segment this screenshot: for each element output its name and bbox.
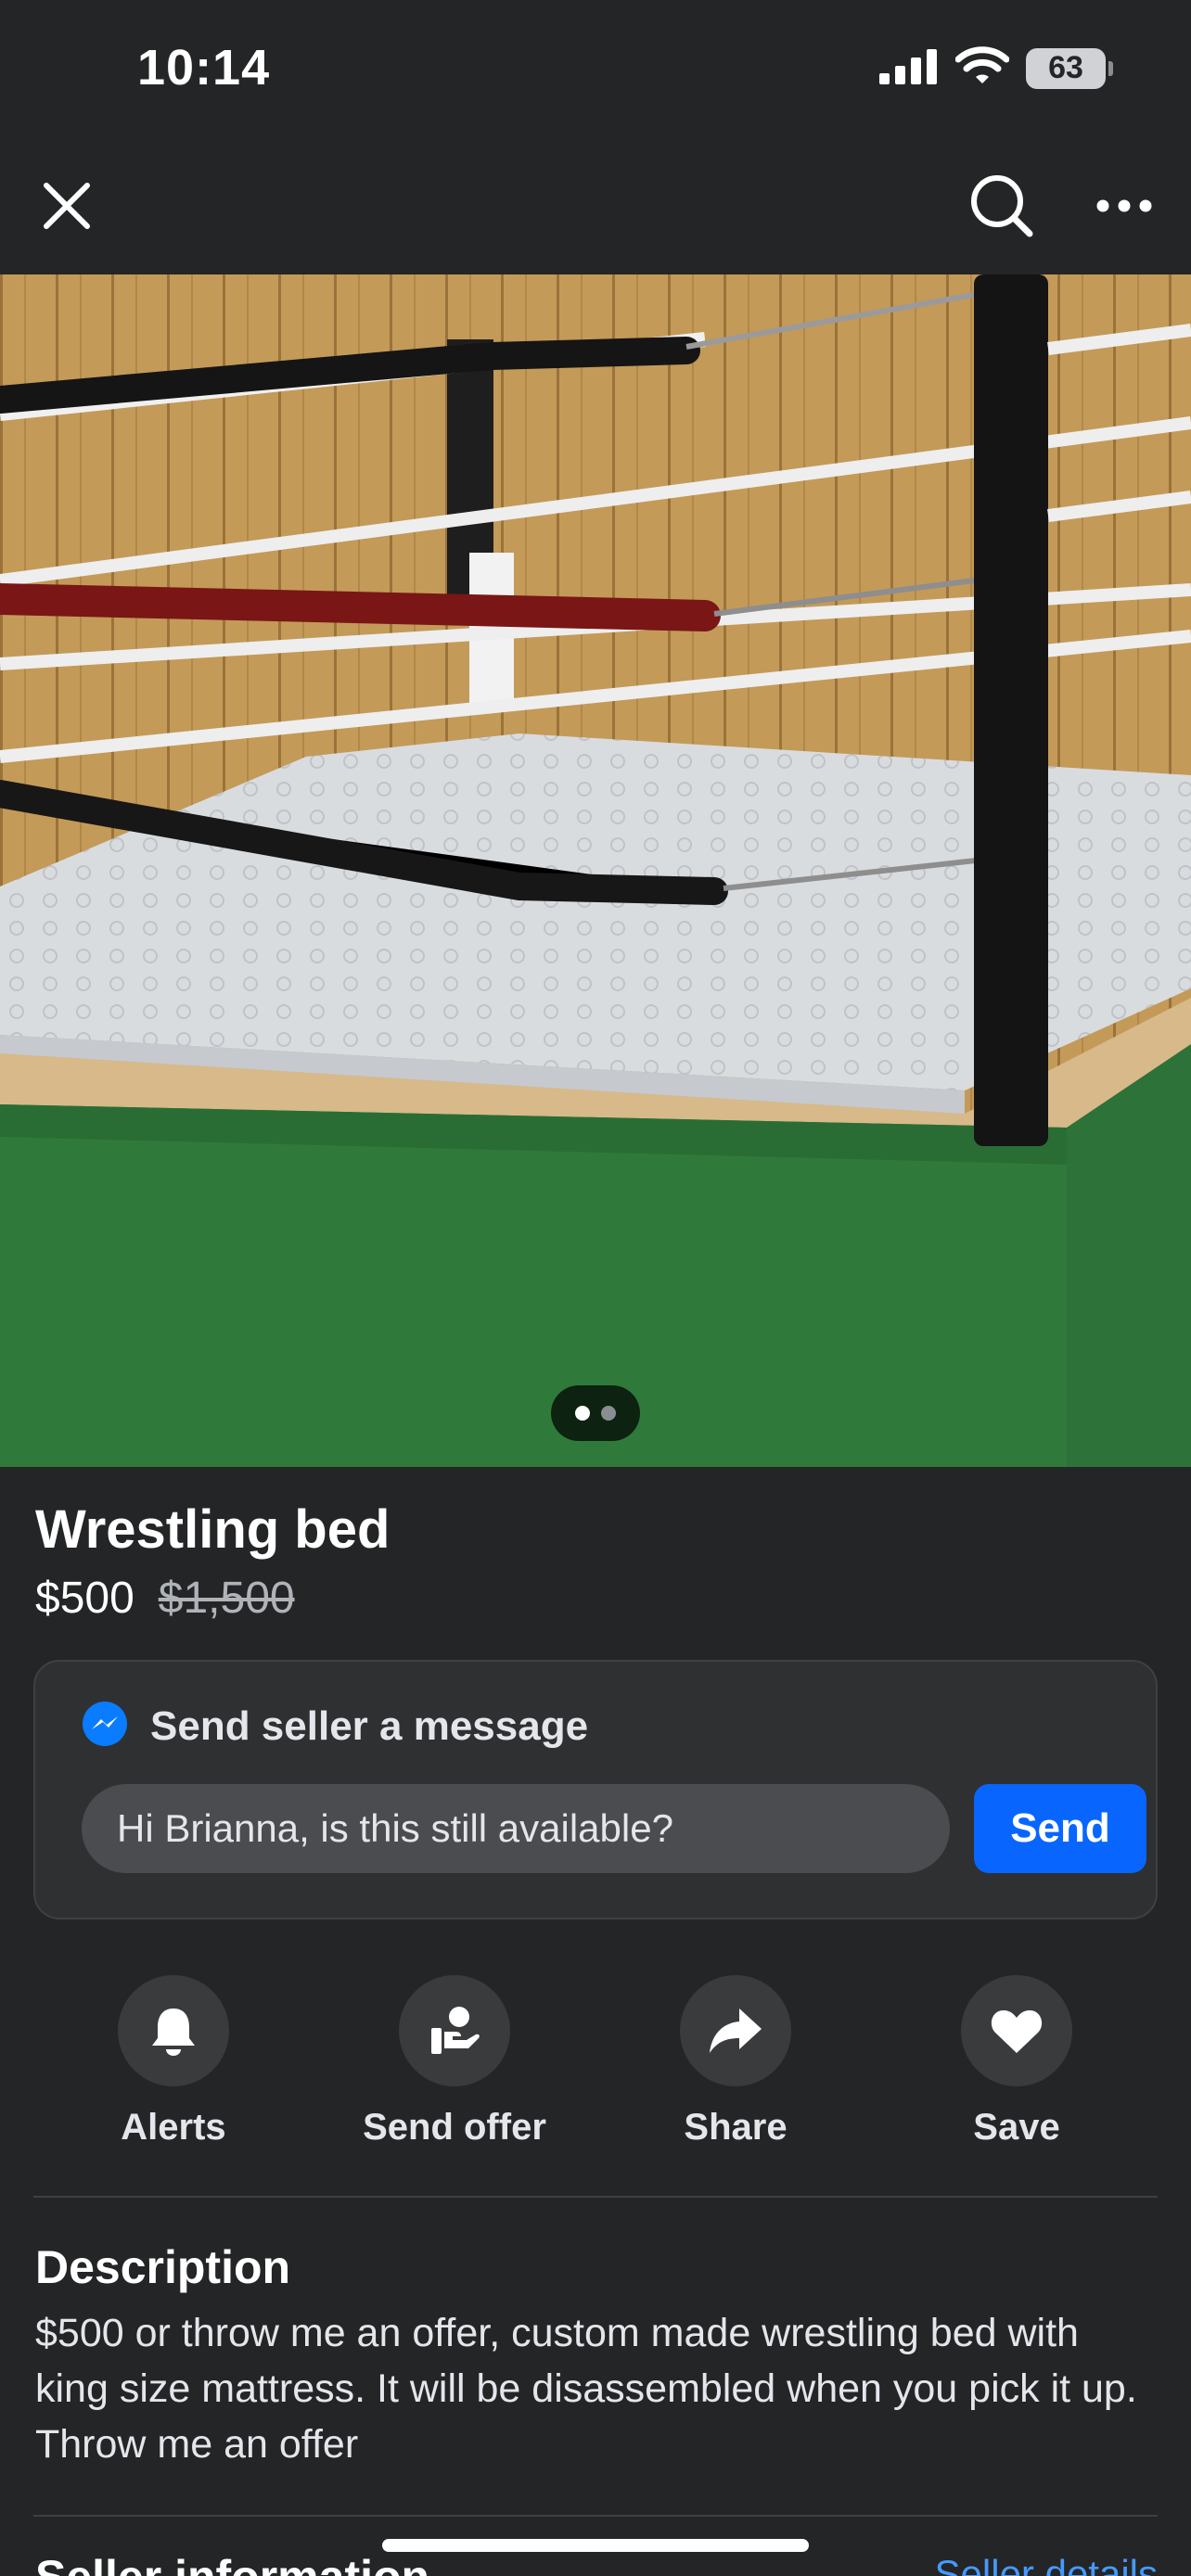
bell-icon	[152, 2009, 195, 2056]
share-label: Share	[684, 2107, 788, 2148]
description-body: $500 or throw me an offer, custom made w…	[35, 2311, 1137, 2467]
heart-icon	[991, 2010, 1043, 2053]
home-indicator[interactable]	[382, 2539, 809, 2552]
battery-level: 63	[1048, 50, 1083, 85]
message-header-label: Send seller a message	[150, 1702, 589, 1749]
top-navigation	[0, 139, 1191, 274]
marketplace-listing-page: 10:14 63 Wrestling bed $500 $1,500 Send …	[0, 0, 1191, 2576]
more-options-button[interactable]	[1087, 169, 1161, 243]
seller-details-link[interactable]: Seller details	[935, 2552, 1158, 2576]
message-header: Send seller a message	[82, 1701, 588, 1752]
send-offer-circle	[399, 1975, 510, 2086]
more-icon	[1096, 199, 1152, 212]
search-button[interactable]	[965, 169, 1039, 243]
listing-photo[interactable]	[0, 274, 1191, 1467]
save-circle	[961, 1975, 1072, 2086]
share-icon	[710, 2009, 762, 2053]
message-input[interactable]	[82, 1784, 950, 1873]
status-time: 10:14	[137, 40, 271, 96]
status-bar: 10:14 63	[0, 0, 1191, 139]
share-button[interactable]: Share	[596, 1975, 875, 2149]
divider	[33, 2196, 1158, 2198]
pager-dot-1[interactable]	[575, 1406, 590, 1421]
send-offer-button[interactable]: Send offer	[315, 1975, 594, 2149]
search-icon	[971, 175, 1033, 237]
photo-pager[interactable]	[551, 1385, 640, 1441]
seller-info-heading: Seller information	[35, 2550, 429, 2576]
wifi-icon	[954, 46, 1010, 90]
listing-price: $500	[35, 1574, 134, 1623]
battery-icon: 63	[1026, 47, 1113, 89]
divider	[33, 2515, 1158, 2517]
price-row: $500 $1,500	[35, 1573, 295, 1624]
alerts-circle	[118, 1975, 229, 2086]
save-button[interactable]: Save	[877, 1975, 1156, 2149]
share-circle	[680, 1975, 791, 2086]
send-button[interactable]: Send	[974, 1784, 1146, 1873]
messenger-icon	[82, 1701, 128, 1752]
pager-dot-2[interactable]	[601, 1406, 616, 1421]
alerts-label: Alerts	[121, 2107, 226, 2148]
description-heading: Description	[35, 2241, 291, 2293]
listing-title: Wrestling bed	[35, 1499, 391, 1560]
action-row: Alerts Send offer Share Save	[0, 1975, 1191, 2161]
close-icon	[44, 183, 90, 229]
original-price: $1,500	[158, 1574, 295, 1623]
signal-icon	[879, 47, 939, 89]
alerts-button[interactable]: Alerts	[34, 1975, 313, 2149]
send-offer-icon	[431, 2007, 480, 2054]
wrestling-bed-illustration	[0, 274, 1191, 1467]
save-label: Save	[973, 2107, 1060, 2148]
close-button[interactable]	[30, 169, 104, 243]
status-icons: 63	[879, 46, 1113, 90]
message-seller-card: Send seller a message Send	[33, 1660, 1158, 1919]
send-offer-label: Send offer	[363, 2107, 546, 2148]
